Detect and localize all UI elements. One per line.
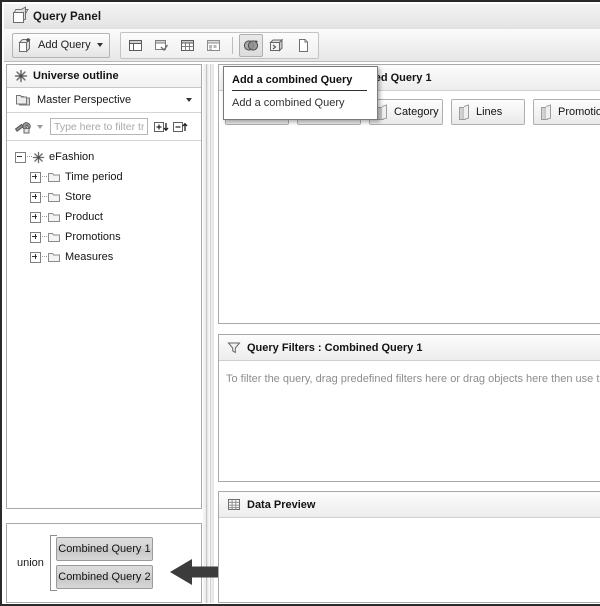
tree-node-label: Time period [65,171,123,183]
result-object-pill-lines[interactable]: Lines [451,99,525,125]
folder-icon [47,191,61,203]
perspective-label: Master Perspective [37,94,132,106]
new-document-icon[interactable] [291,34,315,57]
tree-node-label: Promotions [65,231,121,243]
add-combined-query-tooltip: Add a combined Query Add a combined Quer… [223,66,378,120]
view-detail-icon[interactable] [202,34,226,57]
tree-node-label: Product [65,211,103,223]
tree-node-product[interactable]: Product [30,209,201,225]
folder-icon [47,231,61,243]
funnel-icon [227,341,241,354]
combined-query-1-button[interactable]: Combined Query 1 [55,537,153,561]
chevron-down-icon[interactable] [186,98,192,102]
universe-outline-panel: Universe outline Master Perspective Type… [6,64,202,509]
tree-node-store[interactable]: Store [30,189,201,205]
filter-row [7,113,201,141]
combined-query-icon[interactable] [238,33,263,57]
sql-viewer-icon[interactable] [265,34,289,57]
view-layout-icon[interactable] [124,34,148,57]
tree-node-time-period[interactable]: Time period [30,169,201,185]
tooltip-divider [232,90,367,91]
result-object-label: Promotions [558,106,600,118]
chevron-down-icon [96,43,103,47]
object-icon [541,103,551,120]
tree-children: Time period Store Product Promotions Mea… [30,169,201,265]
add-query-label: Add Query [38,39,91,51]
collapse-all-icon[interactable] [173,121,188,133]
folders-icon [15,94,31,107]
tree-root-efashion[interactable]: eFashion [15,149,201,165]
starburst-icon [32,151,45,164]
universe-tree: eFashion Time period Store Product Promo… [7,141,201,265]
toolbar-separator [231,36,233,54]
tooltip-header: Add a combined Query [232,74,353,86]
object-icon [377,103,387,120]
expand-all-icon[interactable] [154,121,169,133]
view-grid-icon[interactable] [176,34,200,57]
query-filters-header: Query Filters : Combined Query 1 [219,335,600,361]
toolbar: Add Query [4,29,600,62]
universe-outline-header: Universe outline [7,65,201,88]
result-object-label: Lines [476,106,503,118]
tree-node-label: Measures [65,251,114,263]
result-object-pill-promotions[interactable]: Promotions [533,99,600,125]
expand-toggle-icon[interactable] [30,171,41,183]
data-preview-panel: Data Preview [218,491,600,603]
folder-icon [47,171,61,183]
collapse-toggle-icon[interactable] [15,151,26,163]
universe-outline-title: Universe outline [33,70,119,82]
tree-node-label: Store [65,191,92,203]
filter-tool-button[interactable] [13,119,43,135]
combined-query-list: Combined Query 1 Combined Query 2 [55,537,153,589]
cube-add-icon [17,37,33,54]
data-preview-title: Data Preview [247,498,316,511]
grid-icon [227,498,241,511]
expand-toggle-icon[interactable] [30,191,41,203]
combined-query-2-button[interactable]: Combined Query 2 [55,565,153,589]
folder-icon [47,211,61,223]
object-icon [459,103,469,120]
tree-node-measures[interactable]: Measures [30,249,201,265]
query-panel-window: Query Panel Add Query Universe outline M… [0,0,600,606]
view-scope-icon[interactable] [150,34,174,57]
combine-operator-label[interactable]: union [17,557,44,569]
add-query-button[interactable]: Add Query [12,32,110,58]
vertical-splitter[interactable] [203,64,214,603]
result-object-label: Category [394,106,439,118]
tree-node-promotions[interactable]: Promotions [30,229,201,245]
view-toggle-group [119,31,319,59]
tooltip-body: Add a combined Query [232,97,345,109]
wrench-icon [13,119,32,135]
filter-input[interactable] [50,118,148,135]
perspective-selector[interactable]: Master Perspective [7,88,201,113]
tree-node-label: eFashion [49,151,95,163]
expand-toggle-icon[interactable] [30,231,41,243]
query-filters-hint: To filter the query, drag predefined fil… [226,373,600,385]
query-filters-panel: Query Filters : Combined Query 1 To filt… [218,334,600,482]
result-object-pill-category[interactable]: Category [369,99,443,125]
expand-toggle-icon[interactable] [30,251,41,263]
expand-toggle-icon[interactable] [30,211,41,223]
data-preview-header: Data Preview [219,492,600,518]
folder-icon [47,251,61,263]
cube-icon [12,6,29,24]
starburst-icon [14,69,28,83]
query-filters-title: Query Filters : Combined Query 1 [247,341,423,354]
title-bar: Query Panel [4,4,600,30]
window-title: Query Panel [33,10,102,23]
tree-expand-buttons [154,121,188,133]
chevron-down-icon [37,124,43,129]
